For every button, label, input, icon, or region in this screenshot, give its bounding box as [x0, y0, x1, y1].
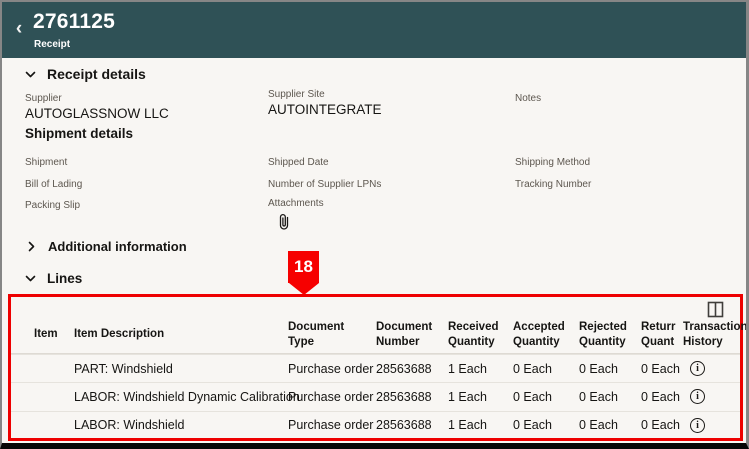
cell-returned-quantity: 0 Each — [641, 362, 683, 376]
back-chevron-icon: ‹ — [16, 18, 22, 40]
cell-document-number: 28563688 — [376, 362, 448, 376]
cell-rejected-quantity: 0 Each — [579, 390, 641, 404]
col-header-rejected-quantity[interactable]: Rejected Quantity — [579, 320, 641, 350]
info-icon[interactable]: i — [690, 361, 705, 376]
supplier-site-label: Supplier Site — [268, 89, 382, 100]
bill-of-lading-field: Bill of Lading — [25, 179, 82, 190]
chevron-right-icon — [25, 240, 38, 253]
shipping-method-field: Shipping Method — [515, 157, 590, 168]
page-subtitle: Receipt — [34, 39, 70, 50]
lines-table-header-row: Item Item Description Document Type Docu… — [11, 318, 740, 351]
table-row[interactable]: LABOR: Windshield Purchase order 2856368… — [11, 411, 740, 439]
lines-table: Item Item Description Document Type Docu… — [8, 294, 743, 441]
notes-label: Notes — [515, 93, 541, 104]
shipment-details-section-header: Shipment details — [25, 126, 133, 141]
packing-slip-field: Packing Slip — [25, 200, 80, 211]
packing-slip-label: Packing Slip — [25, 200, 80, 211]
supplier-lpns-field: Number of Supplier LPNs — [268, 179, 381, 190]
cell-transaction-history: i — [683, 361, 740, 376]
col-header-document-number[interactable]: Document Number — [376, 320, 448, 350]
cell-document-type: Purchase order — [288, 390, 376, 404]
manage-columns-icon[interactable] — [707, 301, 724, 318]
shipment-field: Shipment — [25, 157, 67, 168]
cell-received-quantity: 1 Each — [448, 418, 513, 432]
back-button[interactable]: ‹ — [8, 16, 30, 42]
bill-of-lading-label: Bill of Lading — [25, 179, 82, 190]
col-header-transaction-history[interactable]: Transaction History — [683, 320, 749, 350]
cell-received-quantity: 1 Each — [448, 390, 513, 404]
cell-item-description: LABOR: Windshield — [74, 418, 288, 432]
cell-item-description: PART: Windshield — [74, 362, 288, 376]
chevron-down-icon — [24, 68, 37, 81]
cell-accepted-quantity: 0 Each — [513, 418, 579, 432]
attachments-label: Attachments — [268, 198, 324, 209]
cell-received-quantity: 1 Each — [448, 362, 513, 376]
step-callout-18: 18 — [288, 251, 319, 295]
attachments-field: Attachments — [268, 198, 324, 231]
cell-transaction-history: i — [683, 418, 740, 433]
info-icon[interactable]: i — [690, 418, 705, 433]
shipment-label: Shipment — [25, 157, 67, 168]
col-header-returned-quantity[interactable]: Returr Quant — [641, 320, 683, 350]
app-header: ‹ 2761125 Receipt — [2, 2, 746, 58]
cell-document-number: 28563688 — [376, 418, 448, 432]
shipment-details-title: Shipment details — [25, 126, 133, 141]
lines-table-toolbar — [11, 297, 740, 318]
shipped-date-field: Shipped Date — [268, 157, 329, 168]
receipt-details-section-header[interactable]: Receipt details — [24, 66, 146, 82]
supplier-site-field: Supplier Site AUTOINTEGRATE — [268, 89, 382, 117]
table-row[interactable]: LABOR: Windshield Dynamic Calibration Pu… — [11, 382, 740, 410]
supplier-value: AUTOGLASSNOW LLC — [25, 106, 169, 121]
table-row[interactable]: PART: Windshield Purchase order 28563688… — [11, 354, 740, 382]
supplier-field: Supplier AUTOGLASSNOW LLC — [25, 93, 169, 121]
tracking-number-label: Tracking Number — [515, 179, 591, 190]
callout-arrow-icon — [289, 283, 319, 295]
cell-accepted-quantity: 0 Each — [513, 362, 579, 376]
cell-document-number: 28563688 — [376, 390, 448, 404]
cell-rejected-quantity: 0 Each — [579, 418, 641, 432]
cell-document-type: Purchase order — [288, 418, 376, 432]
receipt-page: ‹ 2761125 Receipt Receipt details Suppli… — [0, 0, 749, 449]
info-icon[interactable]: i — [690, 389, 705, 404]
chevron-down-icon — [24, 272, 37, 285]
supplier-lpns-label: Number of Supplier LPNs — [268, 179, 381, 190]
additional-information-section-header[interactable]: Additional information — [25, 239, 187, 254]
cell-item-description: LABOR: Windshield Dynamic Calibration — [74, 390, 288, 404]
supplier-site-value: AUTOINTEGRATE — [268, 102, 382, 117]
notes-field: Notes — [515, 93, 541, 104]
lines-title: Lines — [47, 271, 82, 286]
supplier-label: Supplier — [25, 93, 169, 104]
cell-transaction-history: i — [683, 389, 740, 404]
shipped-date-label: Shipped Date — [268, 157, 329, 168]
cell-accepted-quantity: 0 Each — [513, 390, 579, 404]
shipping-method-label: Shipping Method — [515, 157, 590, 168]
cell-rejected-quantity: 0 Each — [579, 362, 641, 376]
col-header-item-description[interactable]: Item Description — [74, 327, 288, 342]
cell-document-type: Purchase order — [288, 362, 376, 376]
step-callout-number: 18 — [288, 251, 319, 283]
additional-information-title: Additional information — [48, 239, 187, 254]
page-title: 2761125 — [33, 10, 115, 34]
receipt-details-title: Receipt details — [47, 66, 146, 82]
col-header-document-type[interactable]: Document Type — [288, 320, 376, 350]
col-header-received-quantity[interactable]: Received Quantity — [448, 320, 513, 350]
paperclip-icon[interactable] — [276, 213, 292, 231]
tracking-number-field: Tracking Number — [515, 179, 591, 190]
cell-returned-quantity: 0 Each — [641, 390, 683, 404]
lines-section-header[interactable]: Lines — [24, 271, 82, 286]
cell-returned-quantity: 0 Each — [641, 418, 683, 432]
col-header-accepted-quantity[interactable]: Accepted Quantity — [513, 320, 579, 350]
col-header-item[interactable]: Item — [34, 327, 74, 342]
